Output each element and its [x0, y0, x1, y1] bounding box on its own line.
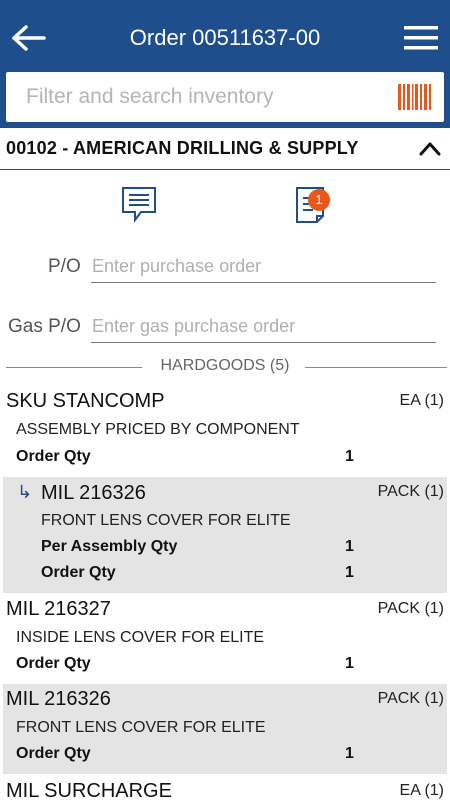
section-label: HARDGOODS (5) — [160, 357, 290, 374]
divider — [305, 367, 447, 368]
item-sku: SKU STANCOMP — [6, 390, 165, 412]
order-qty-label: Order Qty — [16, 655, 91, 672]
order-qty-label: Order Qty — [16, 448, 91, 465]
chevron-up-icon[interactable] — [418, 138, 442, 158]
item-description: INSIDE LENS COVER FOR ELITE — [16, 629, 265, 646]
item-sku: MIL 216326 — [6, 688, 111, 710]
per-assembly-qty-value: 1 — [345, 538, 354, 555]
item-description: ASSEMBLY PRICED BY COMPONENT — [16, 421, 300, 438]
gas-po-label: Gas P/O — [8, 316, 81, 337]
customer-name: 00102 - AMERICAN DRILLING & SUPPLY — [6, 138, 359, 158]
search-input[interactable]: Filter and search inventory — [26, 85, 273, 109]
po-label: P/O — [48, 256, 81, 277]
item-description: FRONT LENS COVER FOR ELITE — [41, 512, 291, 529]
barcode-icon[interactable] — [398, 84, 432, 110]
hamburger-menu-icon[interactable] — [404, 24, 438, 52]
section-header: HARDGOODS (5) — [0, 356, 450, 380]
list-item[interactable]: MIL SURCHARGE EA (1) — [0, 776, 450, 800]
order-qty-value: 1 — [345, 564, 354, 581]
list-item[interactable]: MIL 216327 PACK (1) INSIDE LENS COVER FO… — [0, 594, 450, 682]
page-title: Order 00511637-00 — [129, 25, 321, 50]
item-sku: MIL 216327 — [6, 598, 111, 620]
item-unit: PACK (1) — [377, 690, 444, 707]
item-unit: EA (1) — [399, 392, 444, 409]
item-description: FRONT LENS COVER FOR ELITE — [16, 719, 266, 736]
po-field[interactable]: Enter purchase order — [91, 256, 436, 283]
order-qty-value: 1 — [345, 745, 354, 762]
item-unit: PACK (1) — [377, 600, 444, 617]
message-icon[interactable] — [121, 186, 157, 224]
search-bar[interactable]: Filter and search inventory — [6, 72, 444, 122]
item-sku: MIL SURCHARGE — [6, 780, 172, 800]
po-placeholder: Enter purchase order — [92, 256, 262, 276]
per-assembly-qty-label: Per Assembly Qty — [41, 538, 178, 555]
gas-po-placeholder: Enter gas purchase order — [92, 316, 296, 336]
gas-po-field[interactable]: Enter gas purchase order — [91, 316, 436, 343]
order-qty-value: 1 — [345, 655, 354, 672]
subdirectory-arrow-icon: ↳ — [17, 482, 33, 502]
list-item[interactable]: ↳ MIL 216326 PACK (1) FRONT LENS COVER F… — [3, 477, 447, 593]
notes-badge: 1 — [308, 189, 330, 211]
order-qty-label: Order Qty — [16, 745, 91, 762]
customer-header[interactable]: 00102 - AMERICAN DRILLING & SUPPLY — [0, 128, 450, 170]
item-unit: EA (1) — [399, 782, 444, 799]
list-item[interactable]: SKU STANCOMP EA (1) ASSEMBLY PRICED BY C… — [0, 386, 450, 474]
item-unit: PACK (1) — [377, 483, 444, 500]
list-item[interactable]: MIL 216326 PACK (1) FRONT LENS COVER FOR… — [3, 684, 447, 774]
order-qty-value: 1 — [345, 448, 354, 465]
order-qty-label: Order Qty — [41, 564, 116, 581]
app-bar: Order 00511637-00 Filter and search inve… — [0, 0, 450, 128]
item-sku: MIL 216326 — [41, 482, 146, 504]
